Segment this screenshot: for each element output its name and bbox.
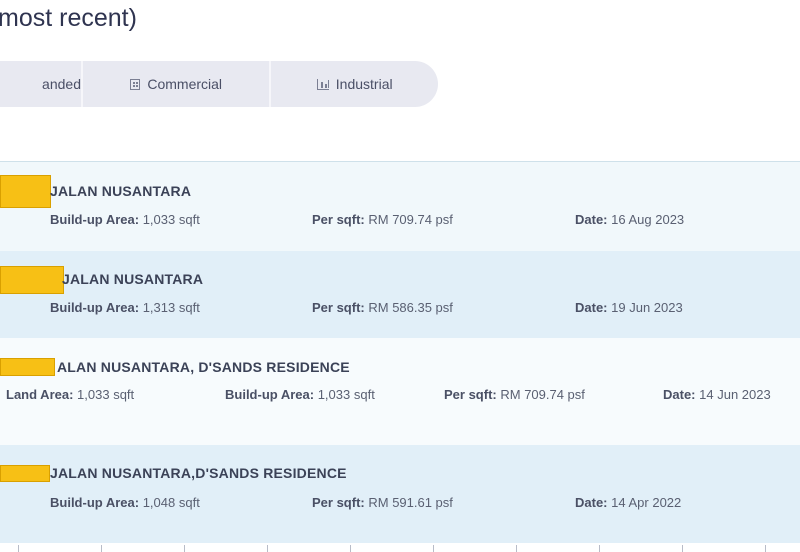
filter-commercial[interactable]: Commercial xyxy=(83,61,269,107)
transaction-date: Date: 16 Aug 2023 xyxy=(575,212,684,227)
land-area-value: 1,033 sqft xyxy=(77,387,135,402)
per-sqft: Per sqft: RM 586.35 psf xyxy=(312,300,453,315)
redaction-block xyxy=(0,465,50,482)
date-label: Date: xyxy=(575,212,608,227)
transaction-row[interactable]: ALAN NUSANTARA, D'SANDS RESIDENCE Land A… xyxy=(0,338,800,445)
build-up-area-value: 1,033 sqft xyxy=(317,387,375,402)
redaction-block xyxy=(0,358,55,376)
per-sqft-value: RM 586.35 psf xyxy=(368,300,453,315)
build-up-area-label: Build-up Area: xyxy=(50,300,140,315)
build-up-area: Build-up Area: 1,313 sqft xyxy=(50,300,200,315)
filter-commercial-label: Commercial xyxy=(147,76,223,92)
date-label: Date: xyxy=(663,387,696,402)
filter-industrial[interactable]: Industrial xyxy=(271,61,438,107)
filter-landed[interactable]: anded xyxy=(0,61,81,107)
per-sqft-label: Per sqft: xyxy=(312,495,365,510)
per-sqft-value: RM 591.61 psf xyxy=(368,495,453,510)
build-up-area-label: Build-up Area: xyxy=(50,212,140,227)
bottom-tick-axis xyxy=(0,543,800,552)
per-sqft-label: Per sqft: xyxy=(312,300,365,315)
axis-tick xyxy=(184,545,185,552)
build-up-area: Build-up Area: 1,048 sqft xyxy=(50,495,200,510)
per-sqft-value: RM 709.74 psf xyxy=(368,212,453,227)
per-sqft-label: Per sqft: xyxy=(444,387,497,402)
building-icon xyxy=(130,78,141,90)
factory-icon xyxy=(316,78,329,90)
date-value: 14 Jun 2023 xyxy=(699,387,771,402)
axis-tick xyxy=(267,545,268,552)
transaction-address: ALAN NUSANTARA, D'SANDS RESIDENCE xyxy=(57,359,350,375)
per-sqft: Per sqft: RM 709.74 psf xyxy=(444,387,585,402)
per-sqft: Per sqft: RM 709.74 psf xyxy=(312,212,453,227)
filter-landed-label: anded xyxy=(42,76,81,92)
filter-industrial-label: Industrial xyxy=(335,76,393,92)
per-sqft-label: Per sqft: xyxy=(312,212,365,227)
section-heading: most recent) xyxy=(0,4,137,32)
build-up-area-label: Build-up Area: xyxy=(50,495,140,510)
date-value: 19 Jun 2023 xyxy=(611,300,683,315)
transaction-list: JALAN NUSANTARA Build-up Area: 1,033 sqf… xyxy=(0,161,800,543)
build-up-area-label: Build-up Area: xyxy=(225,387,315,402)
date-value: 14 Apr 2022 xyxy=(611,495,682,510)
axis-tick xyxy=(350,545,351,552)
axis-tick xyxy=(18,545,19,552)
axis-tick xyxy=(101,545,102,552)
axis-tick xyxy=(765,545,766,552)
build-up-area: Build-up Area: 1,033 sqft xyxy=(50,212,200,227)
build-up-area-value: 1,033 sqft xyxy=(142,212,200,227)
transaction-date: Date: 19 Jun 2023 xyxy=(575,300,683,315)
date-label: Date: xyxy=(575,495,608,510)
redaction-block xyxy=(0,266,64,294)
redaction-block xyxy=(0,175,51,208)
build-up-area-value: 1,313 sqft xyxy=(142,300,200,315)
transaction-address: JALAN NUSANTARA,D'SANDS RESIDENCE xyxy=(50,465,347,481)
transaction-address: JALAN NUSANTARA xyxy=(50,183,192,199)
build-up-area-value: 1,048 sqft xyxy=(142,495,200,510)
date-value: 16 Aug 2023 xyxy=(611,212,685,227)
property-type-filter: anded Commercial Industrial xyxy=(0,61,438,107)
axis-tick xyxy=(599,545,600,552)
axis-tick xyxy=(682,545,683,552)
transaction-row[interactable]: JALAN NUSANTARA,D'SANDS RESIDENCE Build-… xyxy=(0,445,800,543)
transaction-address: JALAN NUSANTARA xyxy=(62,271,204,287)
per-sqft-value: RM 709.74 psf xyxy=(500,387,585,402)
transaction-row[interactable]: JALAN NUSANTARA Build-up Area: 1,313 sqf… xyxy=(0,251,800,338)
axis-tick xyxy=(516,545,517,552)
land-area: Land Area: 1,033 sqft xyxy=(6,387,134,402)
land-area-label: Land Area: xyxy=(6,387,74,402)
per-sqft: Per sqft: RM 591.61 psf xyxy=(312,495,453,510)
transactions-page: most recent) anded Commercial Industrial… xyxy=(0,0,800,552)
transaction-date: Date: 14 Jun 2023 xyxy=(663,387,771,402)
date-label: Date: xyxy=(575,300,608,315)
transaction-row[interactable]: JALAN NUSANTARA Build-up Area: 1,033 sqf… xyxy=(0,162,800,251)
build-up-area: Build-up Area: 1,033 sqft xyxy=(225,387,375,402)
axis-tick xyxy=(433,545,434,552)
transaction-date: Date: 14 Apr 2022 xyxy=(575,495,681,510)
